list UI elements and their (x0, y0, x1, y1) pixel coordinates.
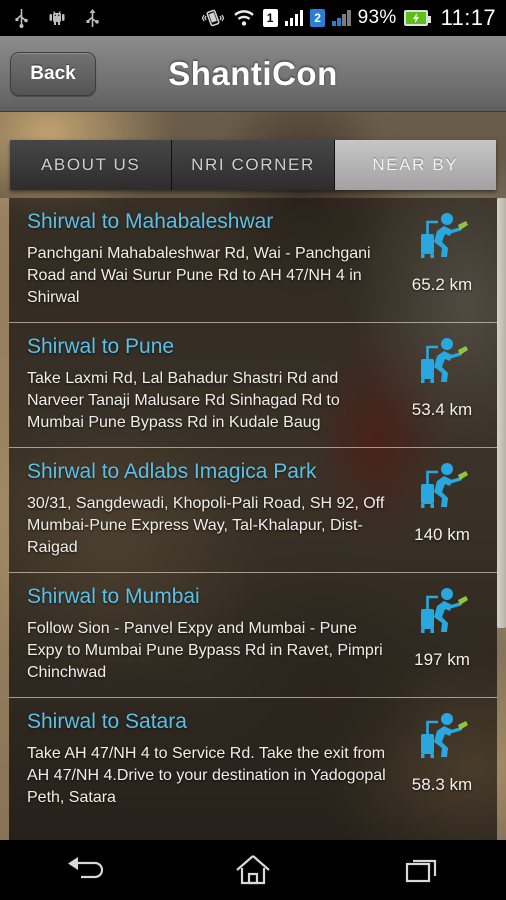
list-item-title: Shirwal to Mumbai (27, 585, 200, 608)
list-item-distance: 140 km (414, 525, 470, 544)
back-button[interactable]: Back (10, 51, 96, 96)
status-bar-clock: 11:17 (440, 5, 496, 30)
tab-near-by[interactable]: NEAR BY (334, 140, 496, 190)
list-item-description: Follow Sion - Panvel Expy and Mumbai - P… (27, 620, 383, 681)
nav-back-icon (68, 857, 104, 879)
nearby-list-frame: Shirwal to Mahabaleshwar Panchgani Mahab… (0, 198, 506, 840)
list-item-text: Shirwal to Mumbai Follow Sion - Panvel E… (27, 585, 399, 687)
sim2-signal-icon (332, 10, 351, 26)
traveler-icon (421, 463, 468, 508)
tab-bar: ABOUT US NRI CORNER NEAR BY (10, 140, 496, 190)
list-scrollbar[interactable] (497, 198, 506, 840)
nav-home-button[interactable] (198, 840, 308, 900)
tab-about-us[interactable]: ABOUT US (10, 140, 173, 190)
list-item-distance: 58.3 km (411, 775, 473, 794)
list-item-meta: 65.2 km (399, 210, 485, 312)
status-bar: 1 2 93% 11:17 (0, 0, 506, 36)
list-item[interactable]: Shirwal to Mahabaleshwar Panchgani Mahab… (9, 198, 497, 323)
scrollbar-thumb[interactable] (497, 198, 506, 628)
traveler-icon (421, 713, 468, 758)
main-content: ABOUT US NRI CORNER NEAR BY Shirwal to M… (0, 112, 506, 840)
list-item-text: Shirwal to Adlabs Imagica Park 30/31, Sa… (27, 460, 399, 562)
list-item-title: Shirwal to Satara (27, 710, 187, 733)
list-item-description: Take Laxmi Rd, Lal Bahadur Shastri Rd an… (27, 370, 340, 431)
vibrate-icon (201, 9, 224, 27)
list-item-distance: 197 km (414, 650, 470, 669)
nav-home-icon (236, 855, 270, 885)
list-item-meta: 58.3 km (399, 710, 485, 813)
sim1-badge: 1 (262, 9, 278, 27)
title-bar: Back ShantiCon (0, 36, 506, 112)
status-bar-right-icons: 1 2 93% 11:17 (201, 5, 496, 31)
android-nav-bar (0, 840, 506, 900)
list-item-meta: 197 km (399, 585, 485, 687)
traveler-icon (421, 338, 468, 383)
status-bar-left-icons (14, 8, 100, 28)
battery-percent-label: 93% (357, 7, 397, 28)
sim1-signal-icon (284, 10, 304, 26)
nav-recents-button[interactable] (367, 840, 477, 900)
nearby-list[interactable]: Shirwal to Mahabaleshwar Panchgani Mahab… (9, 198, 497, 840)
list-item-text: Shirwal to Mahabaleshwar Panchgani Mahab… (27, 210, 399, 312)
traveler-icon (421, 588, 468, 633)
list-item-description: 30/31, Sangdewadi, Khopoli-Pali Road, SH… (27, 495, 385, 556)
wifi-icon (233, 10, 254, 26)
list-item-title: Shirwal to Adlabs Imagica Park (27, 460, 317, 483)
battery-charging-icon (403, 10, 431, 26)
list-item-distance: 65.2 km (411, 275, 473, 294)
list-item-description: Take AH 47/NH 4 to Service Rd. Take the … (27, 745, 386, 806)
list-item[interactable]: Shirwal to Satara Take AH 47/NH 4 to Ser… (9, 698, 497, 823)
list-item-title: Shirwal to Pune (27, 335, 175, 358)
sim2-badge: 2 (310, 9, 326, 27)
list-item-text: Shirwal to Pune Take Laxmi Rd, Lal Bahad… (27, 335, 399, 437)
usb-icon (15, 9, 28, 28)
list-item[interactable]: Shirwal to Mumbai Follow Sion - Panvel E… (9, 573, 497, 698)
list-item-text: Shirwal to Satara Take AH 47/NH 4 to Ser… (27, 710, 399, 813)
list-item-distance: 53.4 km (411, 400, 473, 419)
nav-back-button[interactable] (29, 840, 139, 900)
traveler-icon (421, 213, 468, 258)
list-item-meta: 53.4 km (399, 335, 485, 437)
tab-nri-corner[interactable]: NRI CORNER (172, 140, 335, 190)
nav-recents-icon (405, 859, 436, 883)
list-item[interactable]: Shirwal to Pune Take Laxmi Rd, Lal Bahad… (9, 323, 497, 448)
usb-icon (86, 9, 99, 27)
list-item-title: Shirwal to Mahabaleshwar (27, 210, 274, 233)
phone-screen: 1 2 93% 11:17 Back ShantiCon ABOUT US NR… (0, 0, 506, 900)
list-item-meta: 140 km (399, 460, 485, 562)
list-item-description: Panchgani Mahabaleshwar Rd, Wai - Panchg… (27, 245, 371, 306)
android-robot-icon (49, 11, 65, 25)
list-item[interactable]: Shirwal to Adlabs Imagica Park 30/31, Sa… (9, 448, 497, 573)
